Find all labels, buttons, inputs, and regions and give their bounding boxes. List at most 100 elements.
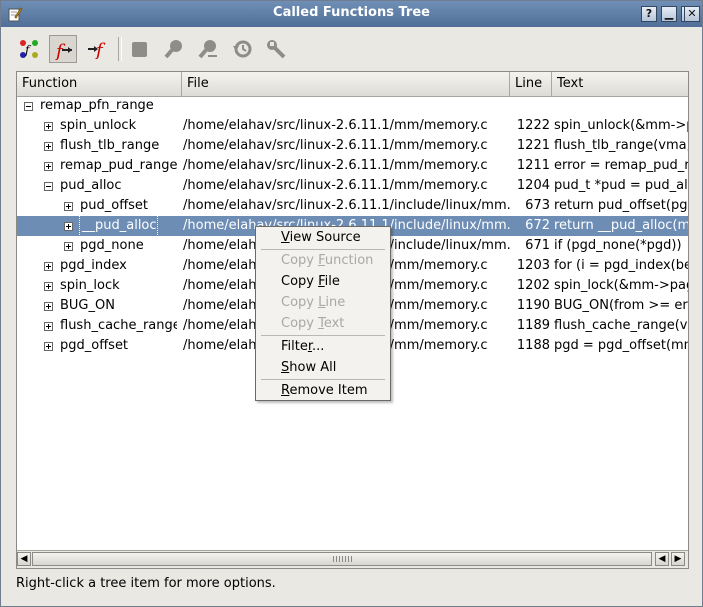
- scroll-left-button-2[interactable]: ◀: [655, 552, 669, 566]
- table-row[interactable]: pud_alloc/home/elahav/src/linux-2.6.11.1…: [17, 176, 688, 196]
- cell-line: 1222: [516, 118, 550, 133]
- menu-item-copy-text: Copy Text: [281, 316, 345, 331]
- expand-icon[interactable]: [64, 202, 73, 211]
- cell-file: /home/elahav/src/linux-2.6.11.1/include/…: [183, 198, 511, 213]
- scrollbar-grip: [333, 556, 353, 562]
- column-header-line[interactable]: Line: [510, 72, 552, 96]
- cell-text: if (pgd_none(*pgd)): [554, 238, 682, 253]
- help-button[interactable]: ?: [641, 6, 657, 22]
- expand-icon[interactable]: [44, 322, 53, 331]
- menu-separator: [261, 249, 385, 250]
- cell-function: spin_unlock: [60, 118, 137, 133]
- cell-function: remap_pfn_range: [40, 98, 154, 113]
- close-button[interactable]: ✕: [684, 6, 700, 22]
- svg-text:f: f: [94, 40, 106, 59]
- cell-line: 1190: [516, 298, 550, 313]
- cell-function: pgd_none: [80, 238, 144, 253]
- svg-text:f: f: [24, 43, 32, 57]
- cell-line: 671: [525, 238, 550, 253]
- history-button[interactable]: [228, 35, 256, 63]
- settings-wrench-icon: [267, 40, 286, 59]
- calling-functions-button[interactable]: f: [83, 35, 111, 63]
- cell-file: /home/elahav/src/linux-2.6.11.1/mm/memor…: [183, 118, 488, 133]
- cell-text: return pud_offset(pg: [554, 198, 688, 213]
- cell-function: pgd_index: [60, 258, 127, 273]
- expand-icon[interactable]: [44, 302, 53, 311]
- menu-item-show-all[interactable]: Show All: [281, 358, 336, 378]
- cell-line: 1204: [516, 178, 550, 193]
- menu-item-filter[interactable]: Filter...: [281, 337, 324, 357]
- toolbar: f f f: [15, 35, 695, 65]
- column-header-function[interactable]: Function: [17, 72, 182, 96]
- menu-separator: [261, 335, 385, 336]
- stop-button[interactable]: [125, 35, 153, 63]
- title-bar[interactable]: Called Functions Tree ? ▁ □ ✕: [1, 1, 702, 27]
- cell-function: flush_cache_range: [60, 318, 177, 333]
- table-row[interactable]: flush_tlb_range/home/elahav/src/linux-2.…: [17, 136, 688, 156]
- cell-line: 673: [525, 198, 550, 213]
- cell-text: spin_unlock(&mm->p: [554, 118, 688, 133]
- context-menu: View Source Copy Function Copy File Copy Li…: [255, 226, 391, 401]
- menu-item-view-source[interactable]: View Source: [281, 228, 361, 248]
- call-graph-icon: f: [20, 40, 38, 58]
- collapse-icon[interactable]: [24, 102, 33, 111]
- scrollbar-thumb[interactable]: [32, 552, 652, 566]
- expand-icon[interactable]: [44, 122, 53, 131]
- table-row[interactable]: pud_offset/home/elahav/src/linux-2.6.11.…: [17, 196, 688, 216]
- cell-file: /home/elahav/src/linux-2.6.11.1/mm/memor…: [183, 178, 488, 193]
- expand-icon[interactable]: [44, 162, 53, 171]
- called-functions-button[interactable]: f: [49, 35, 77, 63]
- cell-text: flush_cache_range(vm: [554, 318, 688, 333]
- window-title: Called Functions Tree: [273, 5, 430, 20]
- column-header-file[interactable]: File: [182, 72, 510, 96]
- cell-line: 1203: [516, 258, 550, 273]
- toolbar-separator: [118, 37, 122, 61]
- expand-icon[interactable]: [64, 242, 73, 251]
- menu-separator: [261, 379, 385, 380]
- cell-text: error = remap_pud_r: [554, 158, 688, 173]
- called-functions-tree-window: Called Functions Tree ? ▁ □ ✕ ✕ f f f: [0, 0, 703, 607]
- call-graph-button[interactable]: f: [15, 35, 43, 63]
- settings-wrench-button[interactable]: [262, 35, 290, 63]
- calling-functions-icon: f: [88, 40, 106, 59]
- cell-function: BUG_ON: [60, 298, 115, 313]
- menu-item-copy-line: Copy Line: [281, 295, 346, 310]
- expand-icon[interactable]: [44, 262, 53, 271]
- cell-function: pgd_offset: [60, 338, 129, 353]
- table-row[interactable]: remap_pud_range/home/elahav/src/linux-2.…: [17, 156, 688, 176]
- cell-text: pgd = pgd_offset(mm: [554, 338, 688, 353]
- cell-function: flush_tlb_range: [60, 138, 160, 153]
- cell-text: spin_lock(&mm->pag: [554, 278, 688, 293]
- cell-line: 1189: [516, 318, 550, 333]
- cell-function: spin_lock: [60, 278, 120, 293]
- cell-text: return __pud_alloc(m: [554, 218, 688, 233]
- cell-function: pud_alloc: [60, 178, 122, 193]
- cell-line: 1188: [516, 338, 550, 353]
- expand-icon[interactable]: [44, 342, 53, 351]
- menu-item-copy-function: Copy Function: [281, 253, 374, 268]
- stop-icon: [132, 42, 147, 57]
- search-previous-icon: [198, 40, 217, 59]
- table-row[interactable]: spin_unlock/home/elahav/src/linux-2.6.11…: [17, 116, 688, 136]
- search-button[interactable]: [160, 35, 188, 63]
- cell-line: 672: [525, 218, 550, 233]
- collapse-icon[interactable]: [44, 182, 53, 191]
- menu-item-remove-item[interactable]: Remove Item: [281, 381, 368, 401]
- search-icon: [164, 40, 182, 59]
- cell-function: remap_pud_range: [60, 158, 177, 173]
- scroll-left-button[interactable]: ◀: [17, 552, 31, 566]
- horizontal-scrollbar[interactable]: ◀ ◀ ▶: [17, 550, 688, 568]
- minimize-button[interactable]: ▁: [661, 6, 677, 22]
- scroll-right-button[interactable]: ▶: [671, 552, 685, 566]
- cell-line: 1202: [516, 278, 550, 293]
- cell-line: 1221: [516, 138, 550, 153]
- cell-line: 1211: [516, 158, 550, 173]
- expand-icon[interactable]: [64, 222, 73, 231]
- cell-file: /home/elahav/src/linux-2.6.11.1/mm/memor…: [183, 158, 488, 173]
- table-row[interactable]: remap_pfn_range: [17, 96, 688, 116]
- expand-icon[interactable]: [44, 282, 53, 291]
- column-header-text[interactable]: Text: [552, 72, 688, 96]
- menu-item-copy-file[interactable]: Copy File: [281, 272, 340, 292]
- search-previous-button[interactable]: [194, 35, 222, 63]
- expand-icon[interactable]: [44, 142, 53, 151]
